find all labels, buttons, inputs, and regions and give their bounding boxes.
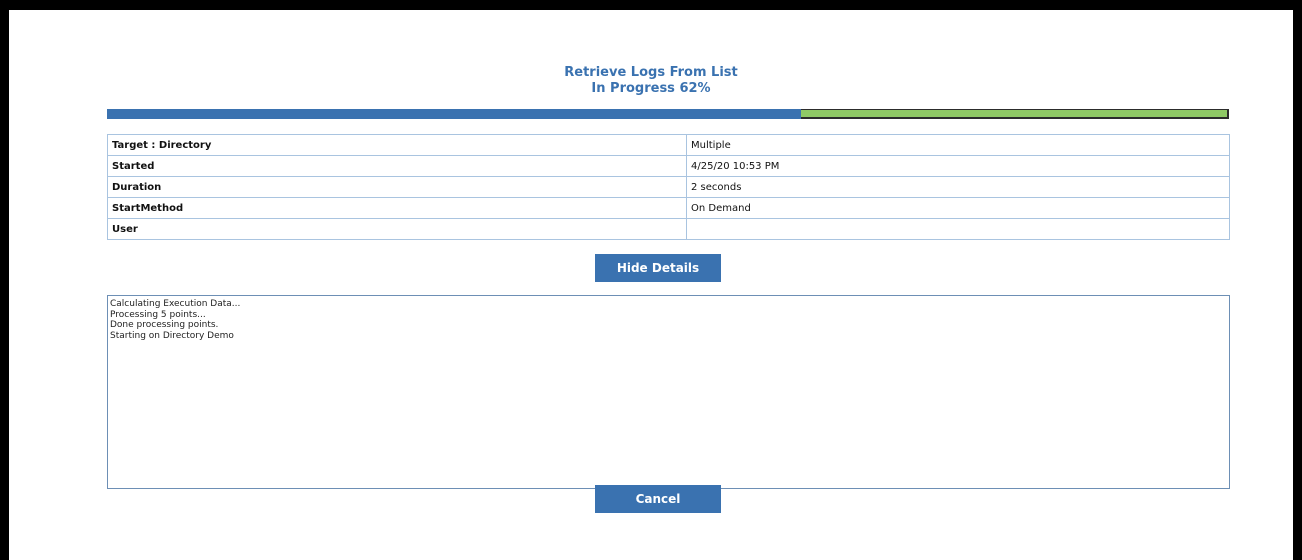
detail-label-duration: Duration — [107, 176, 687, 198]
detail-label-startmethod: StartMethod — [107, 197, 687, 219]
detail-label-started: Started — [107, 155, 687, 177]
page-title: Retrieve Logs From List — [564, 65, 738, 80]
detail-label-target: Target : Directory — [107, 134, 687, 156]
detail-value-user — [686, 218, 1230, 240]
log-output[interactable]: Calculating Execution Data... Processing… — [107, 295, 1230, 489]
table-row: StartMethod On Demand — [107, 197, 1230, 219]
progress-bar-fill — [107, 109, 802, 119]
detail-value-target: Multiple — [686, 134, 1230, 156]
log-line: Starting on Directory Demo — [110, 330, 234, 341]
hide-details-button[interactable]: Hide Details — [595, 254, 721, 282]
detail-value-startmethod: On Demand — [686, 197, 1230, 219]
dialog-frame: Retrieve Logs From List In Progress 62% … — [0, 0, 1302, 560]
progress-bar — [107, 109, 1229, 119]
detail-value-duration: 2 seconds — [686, 176, 1230, 198]
detail-label-user: User — [107, 218, 687, 240]
log-line: Calculating Execution Data... — [110, 299, 241, 309]
details-table: Target : Directory Multiple Started 4/25… — [107, 134, 1230, 240]
header: Retrieve Logs From List In Progress 62% — [9, 65, 1293, 97]
table-row: Started 4/25/20 10:53 PM — [107, 155, 1230, 177]
table-row: User — [107, 218, 1230, 240]
cancel-button[interactable]: Cancel — [595, 485, 721, 513]
table-row: Duration 2 seconds — [107, 176, 1230, 198]
table-row: Target : Directory Multiple — [107, 134, 1230, 156]
log-line: Processing 5 points... — [110, 309, 206, 320]
detail-value-started: 4/25/20 10:53 PM — [686, 155, 1230, 177]
log-line: Done processing points. — [110, 320, 219, 330]
progress-status-text: In Progress 62% — [591, 81, 711, 96]
